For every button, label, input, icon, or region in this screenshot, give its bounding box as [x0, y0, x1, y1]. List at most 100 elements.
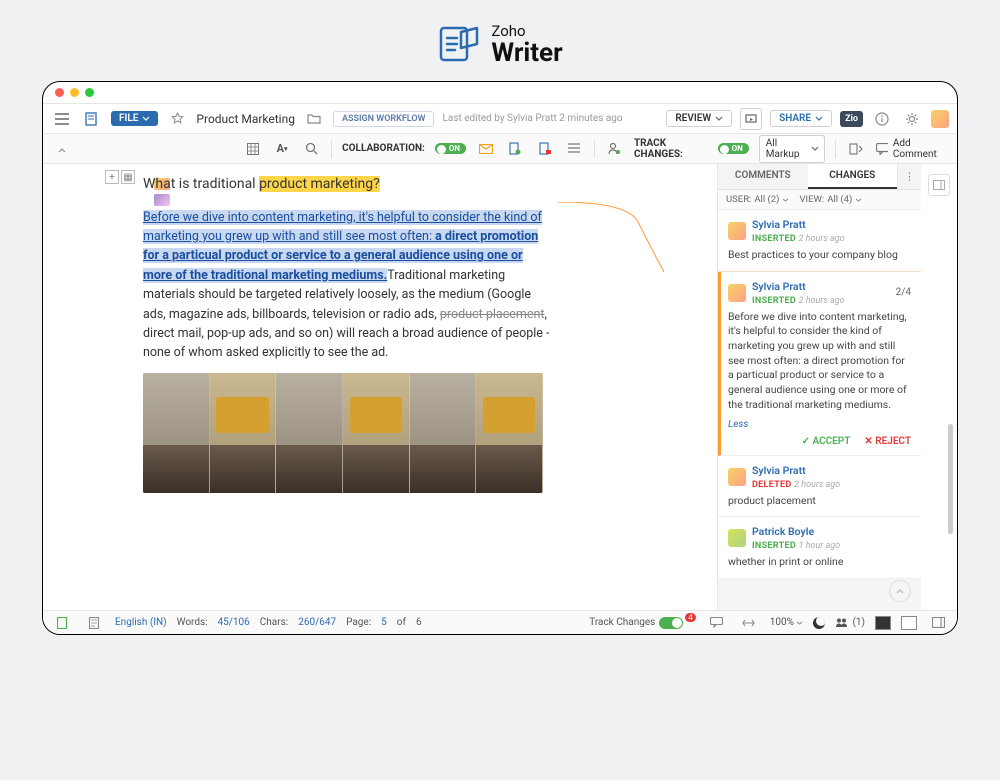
track-changes-toggle[interactable]: ON: [718, 143, 749, 154]
zoom-level[interactable]: 100%: [770, 617, 804, 628]
topbar: FILE Product Marketing ASSIGN WORKFLOW L…: [43, 104, 957, 134]
panel-toggle-icon[interactable]: [928, 174, 950, 196]
change-card[interactable]: Sylvia Pratt INSERTED 2 hours ago Best p…: [718, 210, 921, 272]
collapse-toolbar-icon[interactable]: [53, 140, 71, 158]
divider: [835, 140, 836, 158]
changes-panel: COMMENTS CHANGES ⋮ USER: All (2) VIEW: A…: [717, 164, 921, 610]
document-title[interactable]: Product Marketing: [196, 112, 295, 126]
tab-changes[interactable]: CHANGES: [808, 164, 898, 189]
reject-button[interactable]: ✕ REJECT: [864, 436, 911, 447]
view-mode-dark[interactable]: [875, 616, 891, 630]
zoom-value: 100%: [770, 617, 794, 628]
scrollbar[interactable]: [948, 424, 953, 534]
doc-lock-icon[interactable]: [535, 138, 554, 160]
accept-button[interactable]: ✓ ACCEPT: [802, 436, 851, 447]
author-avatar: [728, 468, 746, 486]
change-card-active[interactable]: Sylvia Pratt INSERTED 2 hours ago 2/4 Be…: [718, 272, 921, 456]
info-icon[interactable]: [871, 108, 893, 130]
fit-width-icon[interactable]: [738, 612, 760, 634]
filter-view-label: VIEW:: [799, 194, 824, 205]
page-current: 5: [381, 617, 387, 628]
share-button[interactable]: SHARE: [770, 110, 832, 127]
right-rail: [921, 164, 957, 610]
change-action: INSERTED: [752, 234, 796, 244]
panel-menu-icon[interactable]: ⋮: [897, 164, 921, 189]
doc-status-icon-1[interactable]: [51, 612, 73, 634]
deleted-text: product placement: [440, 307, 545, 322]
track-changes-status-label: Track Changes: [589, 617, 655, 628]
file-menu-label: FILE: [119, 113, 138, 124]
change-body: Before we dive into content marketing, i…: [728, 310, 911, 413]
document-image: [143, 373, 543, 493]
track-changes-status[interactable]: Track Changes 4: [589, 617, 696, 629]
dark-mode-icon[interactable]: [813, 617, 825, 629]
change-time: 2 hours ago: [799, 296, 845, 306]
user-avatar[interactable]: [931, 110, 949, 128]
change-card[interactable]: Patrick Boyle INSERTED 1 hour ago whethe…: [718, 517, 921, 579]
add-comment-button[interactable]: Add Comment: [876, 138, 949, 160]
scroll-top-icon[interactable]: [889, 580, 911, 602]
comment-icon: [876, 143, 888, 155]
filter-user[interactable]: USER: All (2): [726, 194, 789, 205]
divider: [331, 140, 332, 158]
new-doc-icon[interactable]: [81, 108, 103, 130]
user-track-icon[interactable]: [605, 138, 624, 160]
present-icon[interactable]: [740, 108, 762, 130]
text-style-icon[interactable]: A▾: [272, 138, 291, 160]
minimize-window[interactable]: [70, 88, 79, 97]
folder-icon[interactable]: [303, 108, 325, 130]
table-icon[interactable]: [243, 138, 262, 160]
change-card[interactable]: Sylvia Pratt DELETED 2 hours ago product…: [718, 456, 921, 518]
collaborators-status[interactable]: (1): [835, 617, 865, 628]
search-icon[interactable]: [302, 138, 321, 160]
layout-icon[interactable]: [927, 612, 949, 634]
tab-comments[interactable]: COMMENTS: [718, 164, 808, 189]
author-name: Patrick Boyle: [752, 525, 840, 538]
document-body[interactable]: What is traditional product marketing? B…: [143, 164, 563, 610]
gear-icon[interactable]: [901, 108, 923, 130]
main-area: + ▦ What is traditional product marketin…: [43, 164, 957, 610]
chevron-down-icon: [782, 198, 789, 202]
collaboration-toggle[interactable]: ON: [435, 143, 466, 154]
author-avatar: [728, 222, 746, 240]
insert-block-icon[interactable]: ▦: [121, 170, 135, 184]
markup-dropdown[interactable]: All Markup: [759, 135, 826, 163]
changes-nav-icon[interactable]: [846, 138, 865, 160]
doc-status-icon-2[interactable]: [83, 612, 105, 634]
mail-icon[interactable]: [476, 138, 495, 160]
divider: [594, 140, 595, 158]
insert-above-icon[interactable]: +: [105, 170, 119, 184]
collab-count: (1): [852, 617, 865, 628]
assign-workflow-label: ASSIGN WORKFLOW: [342, 114, 426, 124]
change-time: 2 hours ago: [794, 480, 840, 490]
language-selector[interactable]: English (IN): [115, 617, 167, 628]
collaborators-icon: [835, 617, 849, 628]
document-heading: What is traditional product marketing?: [143, 174, 553, 196]
filter-view[interactable]: VIEW: All (4): [799, 194, 862, 205]
panel-filters: USER: All (2) VIEW: All (4): [718, 190, 921, 210]
assign-workflow-button[interactable]: ASSIGN WORKFLOW: [333, 111, 435, 127]
comments-status-icon[interactable]: [706, 612, 728, 634]
filter-user-label: USER:: [726, 194, 751, 205]
file-menu[interactable]: FILE: [111, 111, 158, 126]
chevron-down-icon: [815, 116, 823, 121]
chars-value: 260/647: [298, 617, 336, 628]
view-mode-light[interactable]: [901, 616, 917, 630]
changes-list[interactable]: Sylvia Pratt INSERTED 2 hours ago Best p…: [718, 210, 921, 610]
maximize-window[interactable]: [85, 88, 94, 97]
zio-badge[interactable]: Zio: [840, 111, 863, 127]
add-comment-label: Add Comment: [893, 138, 949, 160]
doc-link-icon[interactable]: [505, 138, 524, 160]
review-dropdown[interactable]: REVIEW: [666, 110, 732, 127]
change-body: Best practices to your company blog: [728, 248, 911, 263]
page-label: Page:: [346, 617, 371, 628]
toolbar: A▾ COLLABORATION: ON TRACK CHANGES: ON A…: [43, 134, 957, 164]
gutter: + ▦: [43, 164, 143, 610]
chevron-down-icon: [811, 146, 818, 151]
star-icon[interactable]: [166, 108, 188, 130]
close-window[interactable]: [55, 88, 64, 97]
less-toggle[interactable]: Less: [728, 419, 748, 430]
list-icon[interactable]: [564, 138, 583, 160]
hamburger-menu-icon[interactable]: [51, 108, 73, 130]
change-body: product placement: [728, 494, 911, 509]
